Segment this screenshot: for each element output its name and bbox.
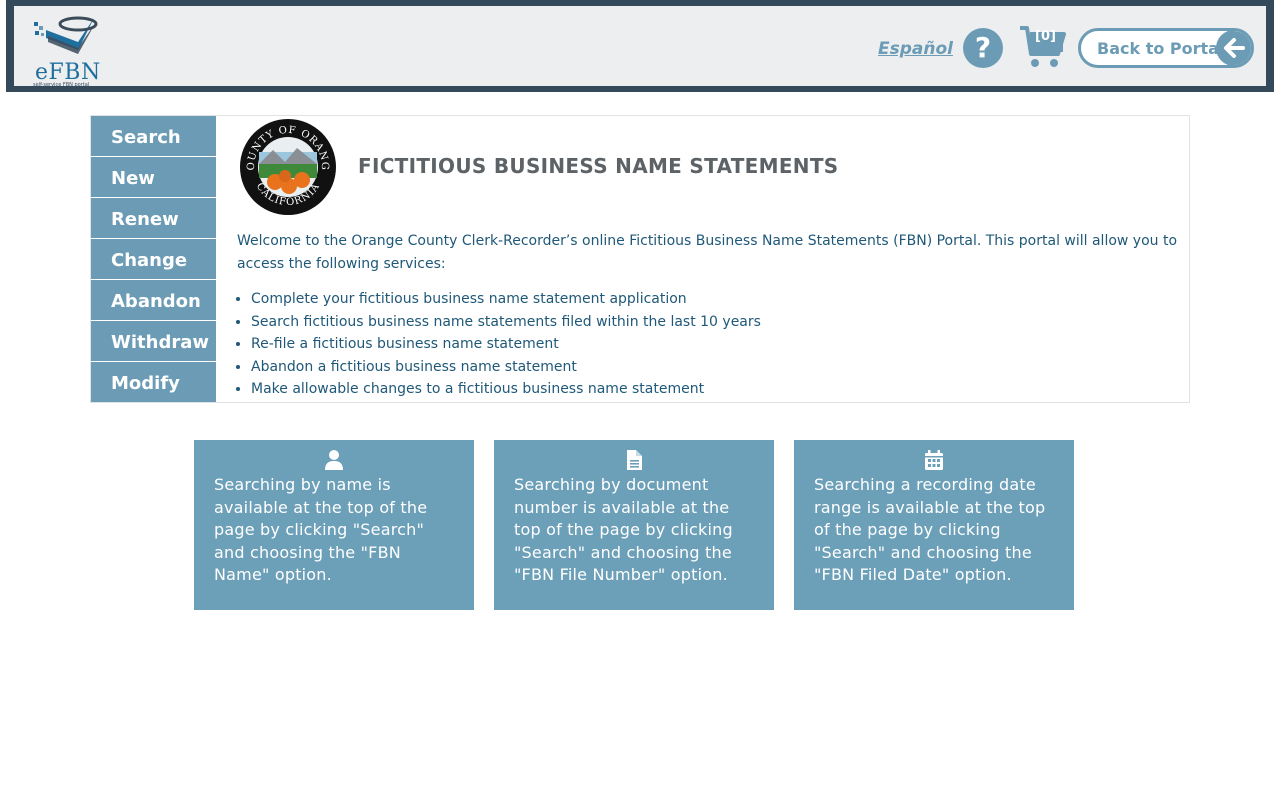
sidebar-item-modify[interactable]: Modify — [91, 362, 216, 402]
sidebar-nav: Search New Renew Change Abandon Withdraw… — [91, 116, 216, 403]
main-panel: Search New Renew Change Abandon Withdraw… — [90, 115, 1190, 403]
list-item: Re-file a fictitious business name state… — [251, 333, 761, 356]
back-to-portal-label: Back to Portal — [1097, 39, 1225, 58]
card-text: Searching by document number is availabl… — [514, 475, 733, 585]
card-text: Searching a recording date range is avai… — [814, 475, 1046, 585]
list-item: Make allowable changes to a fictitious b… — [251, 378, 761, 401]
language-link[interactable]: Español — [878, 39, 953, 59]
cart-count: [0] — [1035, 29, 1056, 44]
logo-subtext: self-service FBN portal — [33, 82, 90, 88]
sidebar-item-withdraw[interactable]: Withdraw — [91, 321, 216, 361]
help-icon: ? — [974, 31, 992, 64]
help-button[interactable]: ? — [963, 28, 1003, 68]
list-item: Abandon a fictitious business name state… — [251, 356, 761, 379]
arrow-left-icon — [1216, 31, 1251, 65]
back-to-portal-button[interactable]: Back to Portal — [1078, 28, 1254, 68]
cart-button[interactable]: [0] — [1018, 24, 1068, 72]
document-icon — [627, 450, 642, 470]
sidebar-item-abandon[interactable]: Abandon — [91, 280, 216, 320]
info-card-file-number-search: Searching by document number is availabl… — [494, 440, 774, 610]
sidebar-item-search[interactable]: Search — [91, 116, 216, 156]
header-bar: eFBN self-service FBN portal Español ? [… — [14, 6, 1266, 88]
calendar-icon — [925, 450, 943, 470]
efbn-logo[interactable]: eFBN self-service FBN portal — [32, 12, 102, 88]
services-list: Complete your fictitious business name s… — [237, 288, 761, 401]
sidebar-item-renew[interactable]: Renew — [91, 198, 216, 238]
user-icon — [325, 450, 343, 470]
info-card-name-search: Searching by name is available at the to… — [194, 440, 474, 610]
card-text: Searching by name is available at the to… — [214, 475, 428, 585]
county-seal: COUNTY OF ORANGE CALIFORNIA — [239, 118, 336, 215]
sidebar-item-new[interactable]: New — [91, 157, 216, 197]
info-card-date-search: Searching a recording date range is avai… — [794, 440, 1074, 610]
header: eFBN self-service FBN portal Español ? [… — [6, 0, 1274, 92]
logo-checkmark-icon — [34, 16, 98, 54]
page-title: FICTITIOUS BUSINESS NAME STATEMENTS — [358, 154, 839, 178]
list-item: Search fictitious business name statemen… — [251, 311, 761, 334]
intro-text: Welcome to the Orange County Clerk-Recor… — [237, 233, 1178, 272]
sidebar-item-change[interactable]: Change — [91, 239, 216, 279]
list-item: Complete your fictitious business name s… — [251, 288, 761, 311]
